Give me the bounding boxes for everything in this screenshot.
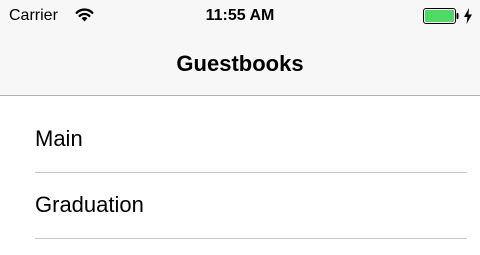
status-bar: Carrier 11:55 AM (0, 0, 480, 32)
guestbook-item-label: Graduation (35, 192, 144, 217)
navigation-bar: Guestbooks (0, 32, 480, 96)
guestbook-item-graduation[interactable]: Graduation (0, 173, 480, 239)
page-title: Guestbooks (176, 51, 304, 76)
status-time: 11:55 AM (205, 7, 275, 24)
guestbook-list: Main Graduation (0, 107, 480, 239)
guestbook-item-main[interactable]: Main (0, 107, 480, 173)
battery-icon (423, 8, 459, 24)
app-screen: Carrier 11:55 AM Guestbooks Main Graduat… (0, 0, 480, 255)
charging-bolt-icon (464, 8, 472, 24)
guestbook-item-label: Main (35, 126, 83, 151)
